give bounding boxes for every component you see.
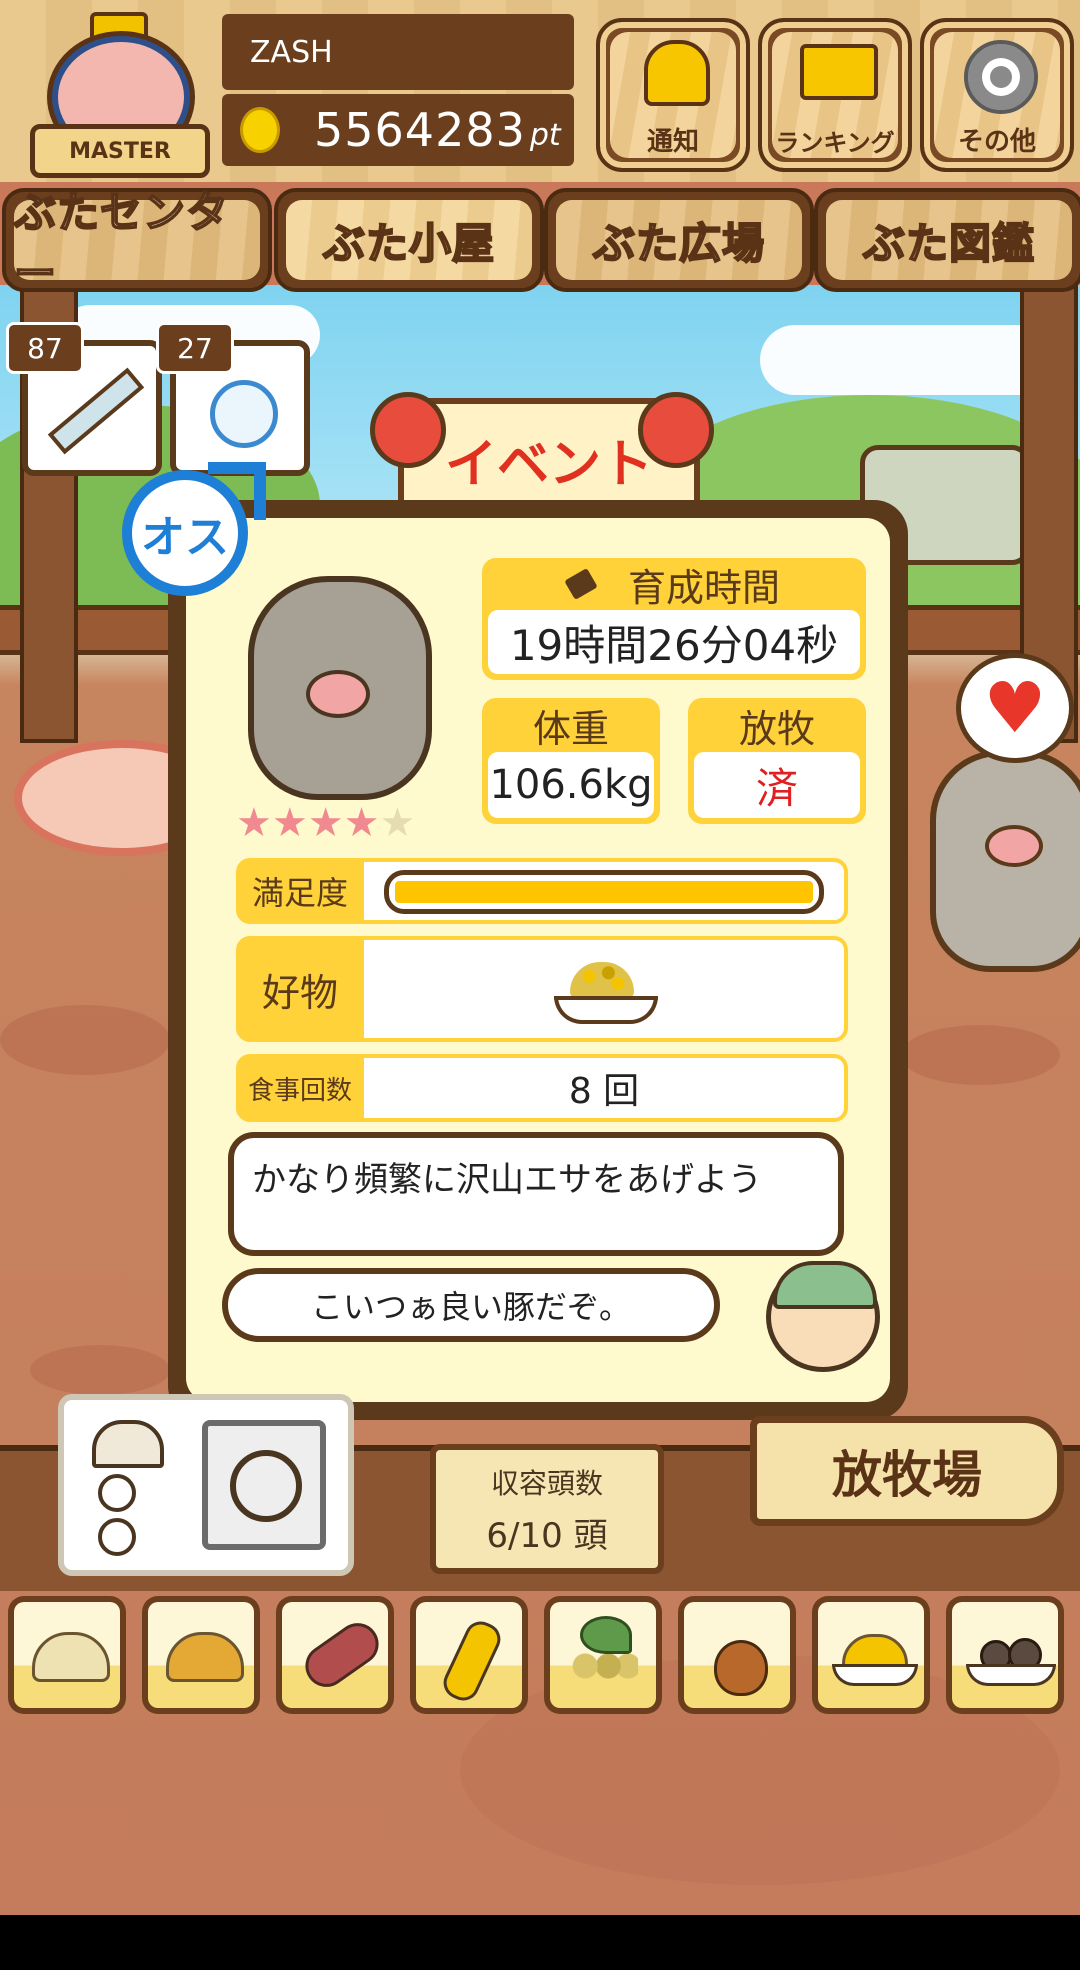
favorite-label: 好物 — [261, 970, 338, 1015]
farmer-comment-text: こいつぁ良い豚だぞ。 — [310, 1288, 631, 1326]
tab-buta-encyclopedia-label: ぶた図鑑 — [862, 218, 1035, 269]
food-slot-mixed-grain[interactable] — [142, 1596, 260, 1714]
star-empty-icon: ★ — [379, 800, 416, 846]
capacity-value: 6/10 頭 — [486, 1516, 608, 1556]
points-unit: pt — [529, 117, 561, 153]
stopwatch-icon — [210, 380, 278, 448]
growth-time-value: 19時間26分04秒 — [509, 620, 839, 670]
tab-buta-hut[interactable]: ぶた小屋 — [274, 188, 544, 292]
username: ZASH — [250, 34, 333, 70]
other-label: その他 — [957, 127, 1036, 157]
syringe-count: 87 — [27, 331, 63, 365]
heart-bubble: ♥ — [956, 653, 1074, 763]
pasture-sign-button[interactable]: 放牧場 — [750, 1416, 1064, 1526]
coin-icon — [240, 107, 280, 153]
corn-icon — [438, 1616, 506, 1706]
satisfaction-label: 満足度 — [251, 874, 348, 912]
tab-buta-plaza-label: ぶた広場 — [592, 218, 765, 269]
gear-icon — [964, 40, 1038, 114]
food-slot-beige-grain[interactable] — [8, 1596, 126, 1714]
ranking-label: ランキング — [775, 129, 895, 157]
master-badge-label: MASTER — [69, 138, 171, 164]
farmer-cap-icon — [773, 1261, 877, 1309]
satisfaction-fill — [395, 881, 813, 903]
growth-time-label: 育成時間 — [627, 565, 780, 610]
star-icon: ★ — [271, 800, 308, 846]
beige-grain-icon — [32, 1632, 110, 1682]
rating-stars: ★★★★★ — [236, 800, 476, 846]
tab-buta-center[interactable]: ぶたセンター — [2, 187, 272, 299]
grazing-label: 放牧 — [738, 706, 815, 751]
stopwatch-count: 27 — [177, 331, 213, 365]
control-panel[interactable] — [58, 1394, 354, 1576]
star-icon: ★ — [343, 800, 380, 846]
tab-buta-plaza[interactable]: ぶた広場 — [544, 188, 814, 292]
capacity-sign: 収容頭数 6/10 頭 — [430, 1444, 664, 1574]
scale-icon — [92, 1420, 164, 1468]
tab-buta-encyclopedia[interactable]: ぶた図鑑 — [814, 188, 1080, 292]
sweet-potato-icon — [297, 1614, 387, 1696]
meals-row: 食事回数 8 回 — [236, 1054, 848, 1122]
food-slot-grain-plate[interactable] — [812, 1596, 930, 1714]
food-slot-sweet-potato[interactable] — [276, 1596, 394, 1714]
dial-icon — [98, 1518, 136, 1556]
grain-bowl-icon — [554, 962, 658, 1024]
gavel-icon — [564, 567, 598, 601]
stopwatch-count-badge: 27 — [156, 322, 234, 374]
star-icon: ★ — [236, 800, 272, 846]
satisfaction-row: 満足度 — [236, 858, 848, 924]
points-box: 5564283 pt — [222, 94, 574, 166]
bell-icon — [644, 40, 710, 106]
notification-label: 通知 — [646, 127, 699, 157]
tab-buta-hut-label: ぶた小屋 — [322, 218, 495, 269]
food-slot-meatball-plate[interactable] — [946, 1596, 1064, 1714]
other-button[interactable]: その他 — [920, 18, 1074, 172]
tab-buta-center-label: ぶたセンター — [13, 187, 230, 299]
syringe-count-badge: 87 — [6, 322, 84, 374]
pig-portrait — [248, 576, 432, 800]
advice-text: かなり頻繁に沢山エサをあげよう — [252, 1160, 762, 1200]
grazing-value: 済 — [755, 763, 798, 813]
points-value: 5564283 — [314, 103, 526, 157]
syringe-icon — [47, 367, 145, 455]
meals-value: 8 回 — [568, 1071, 640, 1112]
weight-value: 106.6kg — [489, 762, 653, 808]
username-box: ZASH — [222, 14, 574, 90]
mixed-grain-icon — [166, 1632, 244, 1682]
notification-button[interactable]: 通知 — [596, 18, 750, 172]
food-slot-corn[interactable] — [410, 1596, 528, 1714]
male-arrow-icon — [208, 462, 266, 520]
grazing-box: 放牧 済 — [688, 698, 866, 824]
food-slot-beans[interactable] — [544, 1596, 662, 1714]
system-bottom-bar — [0, 1915, 1080, 1970]
advice-bubble: かなり頻繁に沢山エサをあげよう — [228, 1132, 844, 1256]
weight-box: 体重 106.6kg — [482, 698, 660, 824]
satisfaction-bar — [384, 870, 824, 914]
meatball-plate-icon — [966, 1634, 1056, 1686]
pig-snout-icon — [306, 670, 370, 718]
grain-plate-icon — [832, 1634, 918, 1686]
capacity-label: 収容頭数 — [490, 1467, 603, 1500]
ranking-button[interactable]: ランキング — [758, 18, 912, 172]
farmer-comment-bubble: こいつぁ良い豚だぞ。 — [222, 1268, 720, 1342]
rose-decoration-left-icon — [370, 392, 446, 468]
master-badge[interactable]: MASTER — [30, 12, 210, 178]
food-slot-acorn[interactable] — [678, 1596, 796, 1714]
meals-label: 食事回数 — [247, 1075, 352, 1106]
header-bar: MASTER ZASH 5564283 pt 通知 ランキング その他 — [0, 0, 1080, 182]
dial-icon — [98, 1474, 136, 1512]
favorite-row: 好物 — [236, 936, 848, 1042]
pasture-sign-label: 放牧場 — [832, 1446, 982, 1504]
farmer-avatar — [766, 1261, 880, 1372]
event-sign-label: イベント — [444, 434, 653, 495]
star-icon: ★ — [307, 800, 344, 846]
heart-icon: ♥ — [983, 667, 1047, 749]
growth-time-box: 育成時間 19時間26分04秒 — [482, 558, 866, 680]
rose-decoration-right-icon — [638, 392, 714, 468]
weight-label: 体重 — [532, 706, 609, 751]
acorn-icon — [714, 1640, 768, 1696]
fan-icon — [202, 1420, 326, 1550]
crown-icon — [800, 44, 878, 100]
pig-status-panel: ★★★★★ 育成時間 19時間26分04秒 体重 106.6kg 放牧 済 満足… — [168, 500, 908, 1420]
